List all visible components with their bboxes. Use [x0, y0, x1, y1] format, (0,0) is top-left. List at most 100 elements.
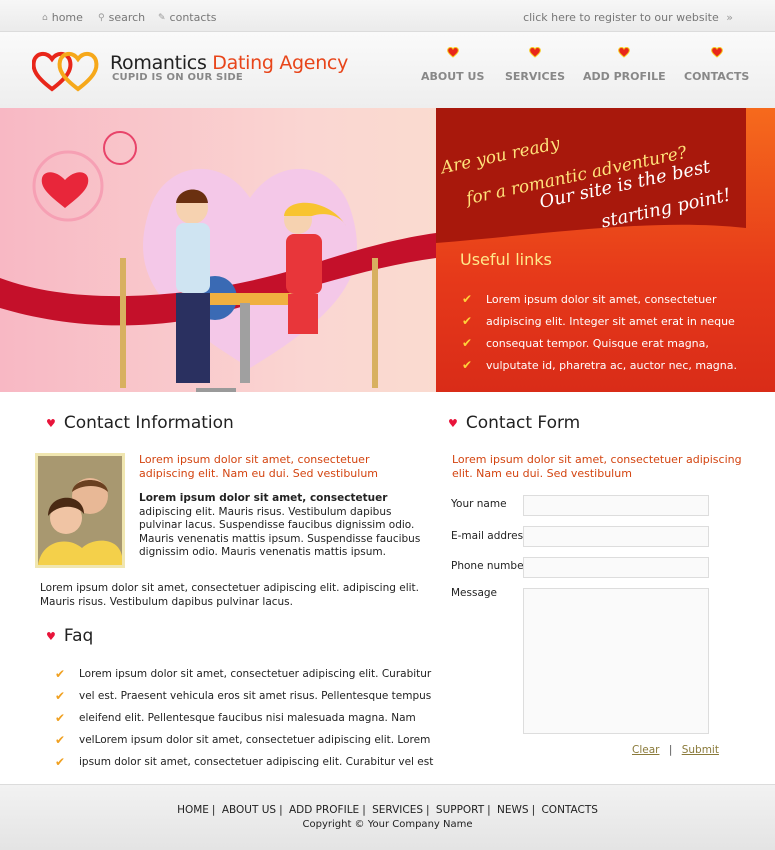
email-label: E-mail address: [451, 530, 529, 542]
contact-info-extra-line: Lorem ipsum dolor sit amet, consectetuer…: [40, 582, 420, 594]
top-utility-bar: ⌂ home ⚲ search ✎ contacts click here to…: [0, 0, 775, 32]
top-link-contacts-label: contacts: [169, 11, 217, 24]
useful-link-label: vulputate id, pharetra ac, auctor nec, m…: [486, 358, 738, 372]
banner-tagline: Are you ready for a romantic adventure? …: [439, 126, 760, 236]
couple-photo: [35, 453, 125, 568]
message-field[interactable]: [523, 588, 709, 734]
heart-icon: ♥: [448, 416, 458, 430]
top-link-contacts[interactable]: ✎ contacts: [158, 11, 216, 24]
footer-link-home[interactable]: HOME: [177, 804, 209, 816]
top-link-search-label: search: [108, 11, 146, 24]
footer-link-contacts[interactable]: CONTACTS: [541, 804, 597, 816]
checkmark-icon: ✔: [55, 711, 66, 725]
hero-banner: Are you ready for a romantic adventure? …: [0, 108, 775, 392]
heart-icon: [421, 46, 484, 62]
faq-item[interactable]: ✔ velLorem ipsum dolor sit amet, consecte…: [55, 729, 433, 751]
footer-link-services[interactable]: SERVICES: [372, 804, 423, 816]
faq-item-text: velLorem ipsum dolor sit amet, consectet…: [79, 734, 431, 746]
top-link-home[interactable]: ⌂ home: [42, 11, 83, 24]
contact-info-body: Lorem ipsum dolor sit amet, consectetuer…: [139, 492, 420, 560]
useful-link[interactable]: ✔ vulputate id, pharetra ac, auctor nec, …: [462, 354, 737, 376]
contact-info-heading: ♥ Contact Information: [46, 413, 234, 433]
contact-info-intro-line: adipiscing elit. Nam eu dui. Sed vestibu…: [139, 467, 379, 480]
nav-add-profile[interactable]: ADD PROFILE: [583, 46, 666, 83]
logo-title-accent: Dating Agency: [212, 52, 349, 74]
faq-heading: ♥ Faq: [46, 626, 93, 646]
nav-contacts[interactable]: CONTACTS: [684, 46, 749, 83]
checkmark-icon: ✔: [55, 689, 66, 703]
useful-link-label: adipiscing elit. Integer sit amet erat i…: [486, 314, 735, 328]
name-label: Your name: [451, 498, 507, 510]
phone-field[interactable]: [523, 557, 709, 578]
nav-contacts-label: CONTACTS: [684, 70, 750, 83]
copyright: Copyright © Your Company Name: [302, 819, 473, 830]
site-header: Romantics Dating Agency CUPID IS ON OUR …: [0, 32, 775, 108]
pencil-icon: ✎: [158, 12, 166, 23]
contact-form-heading: ♥ Contact Form: [448, 413, 580, 433]
footer-link-about-us[interactable]: ABOUT US: [222, 804, 276, 816]
contact-info-title: Contact Information: [63, 413, 234, 433]
useful-link[interactable]: ✔ Lorem ipsum dolor sit amet, consectetue…: [462, 288, 737, 310]
checkmark-icon: ✔: [462, 314, 473, 328]
faq-title: Faq: [63, 626, 94, 646]
faq-list: ✔ Lorem ipsum dolor sit amet, consectetue…: [55, 663, 433, 773]
site-logo-title[interactable]: Romantics Dating Agency: [110, 52, 348, 74]
heart-icon: ♥: [46, 629, 56, 643]
heart-icon: ♥: [46, 416, 56, 430]
banner-illustration: [0, 131, 436, 392]
useful-links-title: Useful links: [460, 250, 552, 269]
contact-info-line: Mauris venenatis mattis ipsum. Suspendis…: [139, 532, 421, 545]
useful-link[interactable]: ✔ adipiscing elit. Integer sit amet erat …: [462, 310, 737, 332]
email-field[interactable]: [523, 526, 709, 547]
site-footer: HOME | ABOUT US | ADD PROFILE | SERVICES | S…: [0, 784, 775, 850]
faq-item[interactable]: ✔ ipsum dolor sit amet, consectetuer adip…: [55, 751, 433, 773]
faq-item[interactable]: ✔ eleifend elit. Pellentesque faucibus ni…: [55, 707, 433, 729]
checkmark-icon: ✔: [462, 336, 473, 350]
logo-title-main: Romantics: [110, 52, 207, 74]
contact-form-intro-line: Lorem ipsum dolor sit amet, consectetuer…: [452, 453, 742, 466]
useful-links-list: ✔ Lorem ipsum dolor sit amet, consectetue…: [462, 288, 737, 376]
faq-item[interactable]: ✔ Lorem ipsum dolor sit amet, consectetue…: [55, 663, 433, 685]
checkmark-icon: ✔: [462, 358, 473, 372]
heart-icon: [684, 46, 749, 62]
heart-icon: [505, 46, 565, 62]
contact-info-line: adipiscing elit. Mauris risus. Vestibulu…: [139, 505, 392, 518]
useful-link-label: consequat tempor. Quisque erat magna,: [486, 336, 709, 350]
name-field[interactable]: [523, 495, 709, 516]
top-link-search[interactable]: ⚲ search: [98, 11, 145, 24]
phone-label: Phone number: [451, 560, 528, 572]
faq-item-text: eleifend elit. Pellentesque faucibus nis…: [79, 712, 416, 724]
faq-item-text: ipsum dolor sit amet, consectetuer adipi…: [79, 756, 434, 768]
contact-info-extra-line: Mauris risus. Vestibulum dapibus pulvina…: [40, 595, 293, 608]
useful-link[interactable]: ✔ consequat tempor. Quisque erat magna,: [462, 332, 737, 354]
nav-about-us-label: ABOUT US: [421, 70, 485, 83]
submit-button[interactable]: Submit: [682, 744, 719, 756]
contact-info-line: pulvinar lacus. Suspendisse faucibus dig…: [139, 519, 415, 531]
register-link[interactable]: click here to register to our website »: [523, 11, 733, 24]
heart-icon: [583, 46, 666, 62]
footer-link-add-profile[interactable]: ADD PROFILE: [289, 804, 359, 816]
nav-about-us[interactable]: ABOUT US: [421, 46, 484, 83]
double-chevron-icon: »: [726, 11, 733, 24]
nav-add-profile-label: ADD PROFILE: [583, 70, 666, 83]
contact-info-extra: Lorem ipsum dolor sit amet, consectetuer…: [40, 582, 419, 609]
footer-link-support[interactable]: SUPPORT: [436, 804, 484, 816]
footer-link-news[interactable]: NEWS: [497, 804, 529, 816]
checkmark-icon: ✔: [55, 755, 66, 769]
checkmark-icon: ✔: [462, 292, 473, 306]
hearts-logo-icon: [32, 52, 99, 92]
message-label: Message: [451, 587, 498, 599]
footer-nav: HOME | ABOUT US | ADD PROFILE | SERVICES | S…: [177, 804, 598, 816]
form-actions: Clear | Submit: [632, 744, 719, 756]
contact-info-intro: Lorem ipsum dolor sit amet, consectetuer…: [139, 453, 378, 481]
contact-form-title: Contact Form: [465, 413, 581, 433]
faq-item-text: vel est. Praesent vehicula eros sit amet…: [79, 690, 432, 702]
contact-form-intro-line: elit. Nam eu dui. Sed vestibulum: [452, 467, 632, 480]
top-link-home-label: home: [51, 11, 83, 24]
contact-info-bold: Lorem ipsum dolor sit amet, consectetuer: [139, 492, 388, 504]
nav-services[interactable]: SERVICES: [505, 46, 565, 83]
faq-item[interactable]: ✔ vel est. Praesent vehicula eros sit ame…: [55, 685, 433, 707]
contact-form-intro: Lorem ipsum dolor sit amet, consectetuer…: [452, 453, 742, 481]
contact-info-intro-line: Lorem ipsum dolor sit amet, consectetuer: [139, 453, 370, 466]
clear-button[interactable]: Clear: [632, 744, 659, 756]
